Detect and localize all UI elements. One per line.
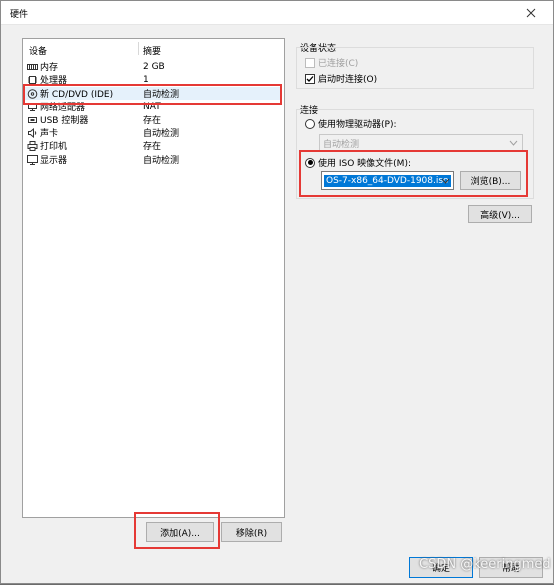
device-summary: 自动检测: [143, 156, 180, 166]
network-icon: [27, 102, 38, 112]
sound-icon: [27, 127, 38, 138]
device-name: 声卡: [40, 129, 59, 139]
physical-drive-value: 自动检测: [323, 139, 360, 150]
device-name: 新 CD/DVD (IDE): [40, 90, 114, 100]
device-row-usb[interactable]: USB 控制器 存在: [25, 113, 282, 126]
device-row-processor[interactable]: 处理器 1: [25, 73, 282, 86]
chevron-down-icon: [441, 178, 450, 184]
iso-path-value[interactable]: OS-7-x86_64-DVD-1908.iso: [324, 174, 451, 187]
device-row-cd-dvd[interactable]: 新 CD/DVD (IDE) 自动检测: [25, 87, 282, 100]
watermark: CSDN @keeringmed: [419, 557, 551, 572]
display-icon: [27, 154, 38, 165]
browse-button[interactable]: 浏览(B)...: [460, 171, 521, 190]
physical-drive-label: 使用物理驱动器(P):: [318, 120, 397, 130]
connect-on-start-checkbox[interactable]: 启动时连接(O): [305, 72, 377, 85]
device-name: 内存: [40, 63, 59, 73]
device-name: 处理器: [40, 76, 68, 86]
usb-icon: [27, 115, 38, 125]
column-header-summary[interactable]: 摘要: [143, 44, 161, 57]
device-summary: NAT: [143, 101, 161, 112]
device-summary: 自动检测: [143, 90, 180, 100]
device-list[interactable]: 设备 摘要 内存 2 GB 处理器 1 新 CD/DVD (IDE) 自动检测 …: [22, 38, 285, 518]
device-row-memory[interactable]: 内存 2 GB: [25, 60, 282, 73]
device-summary: 2 GB: [143, 61, 165, 72]
device-summary: 1: [143, 74, 149, 85]
column-divider: [138, 42, 139, 55]
device-name: 打印机: [40, 142, 68, 152]
window-title: 硬件: [10, 10, 29, 20]
close-button[interactable]: [509, 1, 553, 25]
device-summary: 自动检测: [143, 129, 180, 139]
connected-label: 已连接(C): [318, 59, 359, 69]
cpu-icon: [27, 75, 38, 85]
connected-checkbox[interactable]: 已连接(C): [305, 56, 358, 69]
cd-dvd-icon: [27, 88, 38, 99]
add-button[interactable]: 添加(A)...: [146, 522, 214, 542]
hardware-dialog: 硬件 设备 摘要 内存 2 GB 处理器 1 新 CD/DVD (IDE) 自动…: [0, 0, 554, 584]
device-row-printer[interactable]: 打印机 存在: [25, 139, 282, 152]
remove-button[interactable]: 移除(R): [221, 522, 282, 542]
close-icon: [526, 8, 536, 18]
memory-icon: [27, 62, 38, 72]
device-row-sound[interactable]: 声卡 自动检测: [25, 126, 282, 139]
connect-on-start-label: 启动时连接(O): [318, 75, 378, 85]
physical-drive-select[interactable]: 自动检测: [319, 134, 523, 152]
device-row-network[interactable]: 网络适配器 NAT: [25, 100, 282, 113]
device-summary: 存在: [143, 116, 162, 126]
device-row-display[interactable]: 显示器 自动检测: [25, 153, 282, 166]
device-name: 显示器: [40, 156, 68, 166]
iso-file-label: 使用 ISO 映像文件(M):: [318, 159, 411, 169]
column-header-device[interactable]: 设备: [29, 44, 47, 57]
iso-file-radio[interactable]: 使用 ISO 映像文件(M):: [305, 156, 411, 169]
device-summary: 存在: [143, 142, 162, 152]
radio-circle: [305, 157, 315, 168]
check-icon: [305, 73, 315, 84]
title-bar: 硬件: [1, 1, 553, 25]
device-name: 网络适配器: [40, 103, 86, 113]
radio-circle: [305, 118, 315, 129]
checkbox-box: [305, 57, 315, 68]
printer-icon: [27, 140, 38, 151]
iso-path-combobox[interactable]: OS-7-x86_64-DVD-1908.iso: [321, 171, 454, 190]
advanced-button[interactable]: 高级(V)...: [468, 205, 532, 223]
device-name: USB 控制器: [40, 116, 89, 126]
chevron-down-icon: [509, 140, 518, 146]
physical-drive-radio[interactable]: 使用物理驱动器(P):: [305, 117, 396, 130]
